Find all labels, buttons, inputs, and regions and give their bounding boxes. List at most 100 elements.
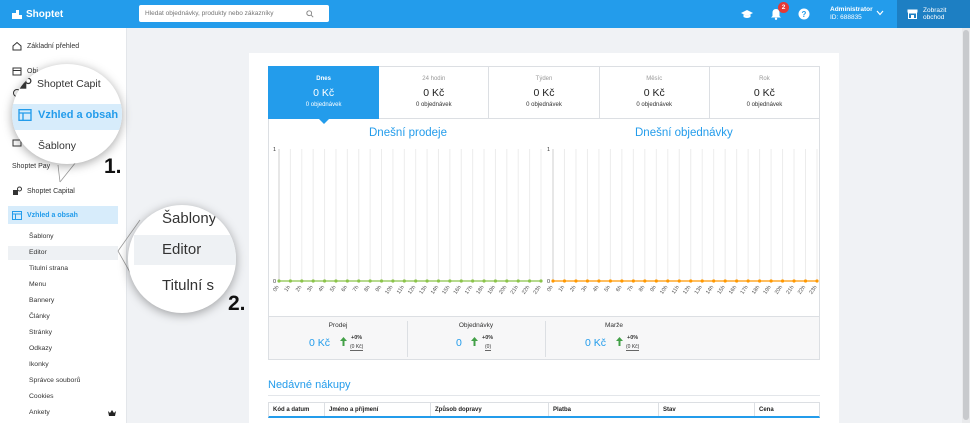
- tab-week[interactable]: Týden 0 Kč 0 objednávek: [489, 66, 600, 119]
- x-tick-label: 16h: [453, 285, 463, 296]
- chevron-down-icon[interactable]: [876, 10, 884, 16]
- data-point: [493, 279, 498, 283]
- dashboard-panel: Dnes 0 Kč 0 objednávek 24 hodin 0 Kč 0 o…: [249, 53, 839, 423]
- data-point: [562, 279, 567, 283]
- x-tick-label: 2h: [295, 285, 303, 293]
- data-point: [597, 279, 601, 283]
- x-tick-label: 3h: [306, 285, 314, 293]
- tab-month[interactable]: Měsíc 0 Kč 0 objednávek: [599, 66, 710, 119]
- arrow-up-icon: [340, 337, 347, 346]
- column-header[interactable]: Platba: [549, 403, 659, 416]
- column-header[interactable]: Jméno a příjmení: [325, 403, 431, 416]
- tab-24-hours[interactable]: 24 hodin 0 Kč 0 objednávek: [379, 66, 490, 119]
- data-point: [345, 279, 349, 283]
- user-menu[interactable]: Administrator ID: 688835: [830, 6, 873, 22]
- data-point: [300, 279, 304, 283]
- column-header[interactable]: Způsob dopravy: [431, 403, 549, 416]
- capital-icon: [19, 77, 32, 89]
- stats-bar: Prodej 0 Kč +0% (0 Kč) Objednávky 0 +0% …: [268, 316, 820, 360]
- data-point: [551, 279, 555, 283]
- notification-badge: 2: [778, 2, 789, 13]
- zoom-callout-2: Šablony Editor Titulní s: [128, 205, 236, 313]
- data-point: [425, 279, 429, 283]
- x-tick-label: 2h: [569, 285, 577, 293]
- data-point: [712, 279, 716, 283]
- data-point: [402, 279, 406, 283]
- x-tick-label: 16h: [728, 285, 738, 296]
- x-tick-label: 3h: [581, 285, 589, 293]
- data-point: [608, 279, 612, 283]
- zoom1-templates-item: Šablony: [38, 140, 76, 152]
- page-scrollbar[interactable]: [962, 28, 970, 423]
- x-tick-label: 11h: [671, 285, 681, 296]
- graduation-cap-icon[interactable]: [741, 8, 753, 20]
- zoom1-appearance-item: Vzhled a obsah: [18, 109, 118, 121]
- data-point: [322, 279, 327, 283]
- x-tick-label: 5h: [604, 285, 612, 293]
- data-point: [505, 279, 509, 283]
- data-point: [666, 279, 670, 283]
- x-tick-label: 21h: [510, 285, 520, 296]
- x-tick-label: 15h: [717, 285, 727, 296]
- data-point: [516, 279, 520, 283]
- divider: [268, 395, 820, 396]
- x-tick-label: 1h: [558, 285, 566, 293]
- tab-year[interactable]: Rok 0 Kč 0 objednávek: [709, 66, 821, 119]
- tab-today[interactable]: Dnes 0 Kč 0 objednávek: [268, 66, 380, 124]
- x-tick-label: 11h: [396, 285, 406, 296]
- store-icon: [907, 9, 918, 19]
- x-tick-label: 20h: [774, 285, 784, 296]
- x-tick-label: 6h: [341, 285, 349, 293]
- x-tick-label: 19h: [487, 285, 497, 296]
- data-point: [334, 279, 338, 283]
- x-tick-label: 8h: [638, 285, 646, 293]
- data-point: [311, 279, 315, 283]
- search-icon[interactable]: [306, 9, 314, 18]
- arrow-up-icon: [616, 337, 623, 346]
- period-tabs: Dnes 0 Kč 0 objednávek 24 hodin 0 Kč 0 o…: [268, 66, 821, 124]
- stat-sales: Prodej 0 Kč +0% (0 Kč): [309, 322, 364, 351]
- y-tick-label: 1: [273, 147, 276, 153]
- recent-table-header: Kód a datum Jméno a příjmení Způsob dopr…: [268, 402, 820, 418]
- data-point: [792, 279, 796, 283]
- zoom2-homepage-item: Titulní s: [162, 277, 214, 294]
- x-tick-label: 4h: [592, 285, 600, 293]
- data-point: [448, 279, 452, 283]
- x-tick-label: 6h: [615, 285, 623, 293]
- y-tick-label: 0: [547, 279, 550, 285]
- data-point: [539, 279, 543, 283]
- zoom2-templates-item: Šablony: [162, 210, 217, 227]
- data-point: [585, 279, 590, 283]
- data-point: [643, 279, 647, 283]
- x-tick-label: 13h: [694, 285, 704, 296]
- x-tick-label: 7h: [627, 285, 635, 293]
- x-tick-label: 10h: [384, 285, 394, 296]
- y-tick-label: 0: [273, 279, 276, 285]
- x-tick-label: 7h: [352, 285, 360, 293]
- scrollbar-thumb[interactable]: [963, 30, 969, 420]
- column-header[interactable]: Cena: [755, 403, 819, 416]
- data-point: [758, 279, 762, 283]
- column-header[interactable]: Kód a datum: [269, 403, 325, 416]
- data-point: [482, 279, 486, 283]
- x-tick-label: 14h: [430, 285, 440, 296]
- x-tick-label: 9h: [650, 285, 658, 293]
- x-tick-label: 17h: [740, 285, 750, 296]
- data-point: [379, 279, 384, 283]
- data-point: [471, 279, 475, 283]
- data-point: [654, 279, 658, 283]
- zoom-callout-1: Shoptet Capit Vzhled a obsah Šablony: [12, 64, 122, 164]
- zoom2-editor-item: Editor: [162, 241, 202, 258]
- svg-text:?: ?: [802, 10, 807, 19]
- charts-canvas: 010h 1h 2h 3h 4h 5h 6h 7h 8h 9h 10h 11h 12h 13h 14h 15h…: [272, 147, 819, 296]
- data-point: [574, 279, 578, 283]
- help-icon[interactable]: ?: [798, 8, 810, 20]
- show-store-button[interactable]: Zobrazit obchod: [897, 0, 970, 28]
- data-point: [735, 279, 739, 283]
- data-point: [746, 279, 750, 283]
- x-tick-label: 9h: [375, 285, 383, 293]
- stat-orders: Objednávky 0 +0% (0): [456, 322, 494, 351]
- column-header[interactable]: Stav: [659, 403, 755, 416]
- step-number-2: 2.: [228, 292, 246, 315]
- data-point: [815, 279, 819, 283]
